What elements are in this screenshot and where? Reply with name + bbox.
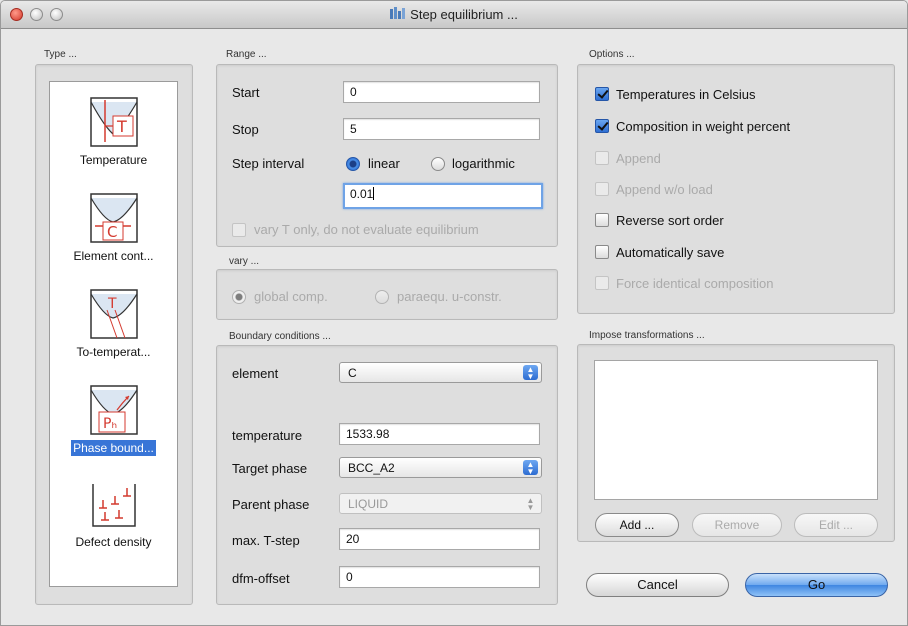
step-equilibrium-window: Step equilibrium ... Type ... T Temperat… [0,0,908,626]
temperature-label: temperature [232,428,303,443]
start-label: Start [232,85,260,100]
type-label-element-content: Element cont... [73,249,154,263]
element-content-diagram-icon: C [89,193,138,243]
type-item-phase-boundary[interactable]: Pₕ Phase bound... [50,384,177,456]
auto-save-checkbox[interactable] [595,245,609,259]
cancel-button[interactable]: Cancel [586,573,729,597]
svg-text:T: T [107,296,117,312]
type-list[interactable]: T Temperature C Element cont... T To-tem… [49,81,178,587]
element-select-value: C [348,366,357,380]
element-select[interactable]: C ▲ ▼ [339,362,542,383]
svg-text:T: T [116,117,127,136]
paraequ-radio[interactable] [375,290,389,304]
vary-group-label: vary ... [229,256,260,267]
temperature-input[interactable]: 1533.98 [339,423,540,445]
transformations-list[interactable] [594,360,878,500]
auto-save-label: Automatically save [616,245,725,260]
element-label: element [232,366,279,381]
celsius-label: Temperatures in Celsius [616,87,756,102]
select-stepper-icon: ▲ ▼ [523,460,538,476]
global-comp-label: global comp. [254,289,328,304]
dfm-offset-input[interactable]: 0 [339,566,540,588]
select-stepper-icon: ▲ ▼ [523,365,538,381]
window-title-wrap: Step equilibrium ... [1,7,907,22]
append-wo-load-checkbox[interactable] [595,182,609,196]
force-identical-label: Force identical composition [616,276,774,291]
add-transformation-button[interactable]: Add ... [595,513,679,537]
append-checkbox[interactable] [595,151,609,165]
target-phase-label: Target phase [232,461,308,476]
logarithmic-radio-label: logarithmic [452,156,515,171]
type-item-defect-density[interactable]: Defect density [50,478,177,550]
start-input[interactable]: 0 [343,81,540,103]
parent-phase-select[interactable]: LIQUID ▲ ▼ [339,493,542,514]
options-group-label: Options ... [589,49,635,60]
append-label: Append [616,151,661,166]
text-caret [373,187,375,200]
linear-radio-label: linear [368,156,400,171]
target-phase-value: BCC_A2 [348,461,395,475]
type-label-temperature: Temperature [79,153,148,167]
max-t-step-label: max. T-step [232,533,300,548]
parent-phase-label: Parent phase [232,497,310,512]
logarithmic-radio[interactable] [431,157,445,171]
type-group-label: Type ... [44,49,77,60]
stop-input[interactable]: 5 [343,118,540,140]
impose-group-label: Impose transformations ... [589,330,705,341]
select-stepper-icon: ▲ ▼ [526,496,535,512]
type-label-defect-density: Defect density [75,535,152,549]
to-temperature-diagram-icon: T [89,289,138,339]
vary-t-only-checkbox[interactable] [232,223,246,237]
range-group-label: Range ... [226,49,267,60]
type-item-temperature[interactable]: T Temperature [50,96,177,168]
title-bar[interactable]: Step equilibrium ... [1,1,907,29]
global-comp-radio[interactable] [232,290,246,304]
reverse-sort-checkbox[interactable] [595,213,609,227]
temperature-diagram-icon: T [89,97,138,147]
weight-percent-checkbox[interactable] [595,119,609,133]
svg-text:C: C [107,223,117,241]
paraequ-label: paraequ. u-constr. [397,289,502,304]
weight-percent-label: Composition in weight percent [616,119,791,134]
type-label-phase-boundary: Phase bound... [71,440,156,456]
max-t-step-input[interactable]: 20 [339,528,540,550]
type-item-to-temperature[interactable]: T To-temperat... [50,288,177,360]
vary-t-only-label: vary T only, do not evaluate equilibrium [254,222,479,237]
phase-boundary-diagram-icon: Pₕ [89,385,138,435]
reverse-sort-label: Reverse sort order [616,213,724,228]
force-identical-checkbox[interactable] [595,276,609,290]
app-icon [390,7,406,19]
type-label-to-temperature: To-temperat... [76,345,151,359]
go-button[interactable]: Go [745,573,888,597]
linear-radio[interactable] [346,157,360,171]
dfm-offset-label: dfm-offset [232,571,290,586]
celsius-checkbox[interactable] [595,87,609,101]
remove-transformation-button[interactable]: Remove [692,513,782,537]
type-item-element-content[interactable]: C Element cont... [50,192,177,264]
edit-transformation-button[interactable]: Edit ... [794,513,878,537]
target-phase-select[interactable]: BCC_A2 ▲ ▼ [339,457,542,478]
svg-text:Pₕ: Pₕ [103,416,117,432]
step-interval-value: 0.01 [350,187,374,201]
step-interval-input[interactable]: 0.01 [343,183,543,209]
window-title: Step equilibrium ... [410,7,518,22]
boundary-group-label: Boundary conditions ... [229,331,331,342]
stop-label: Stop [232,122,259,137]
defect-density-icon [91,484,136,527]
parent-phase-value: LIQUID [348,497,389,511]
append-wo-load-label: Append w/o load [616,182,713,197]
step-interval-label: Step interval [232,156,305,171]
